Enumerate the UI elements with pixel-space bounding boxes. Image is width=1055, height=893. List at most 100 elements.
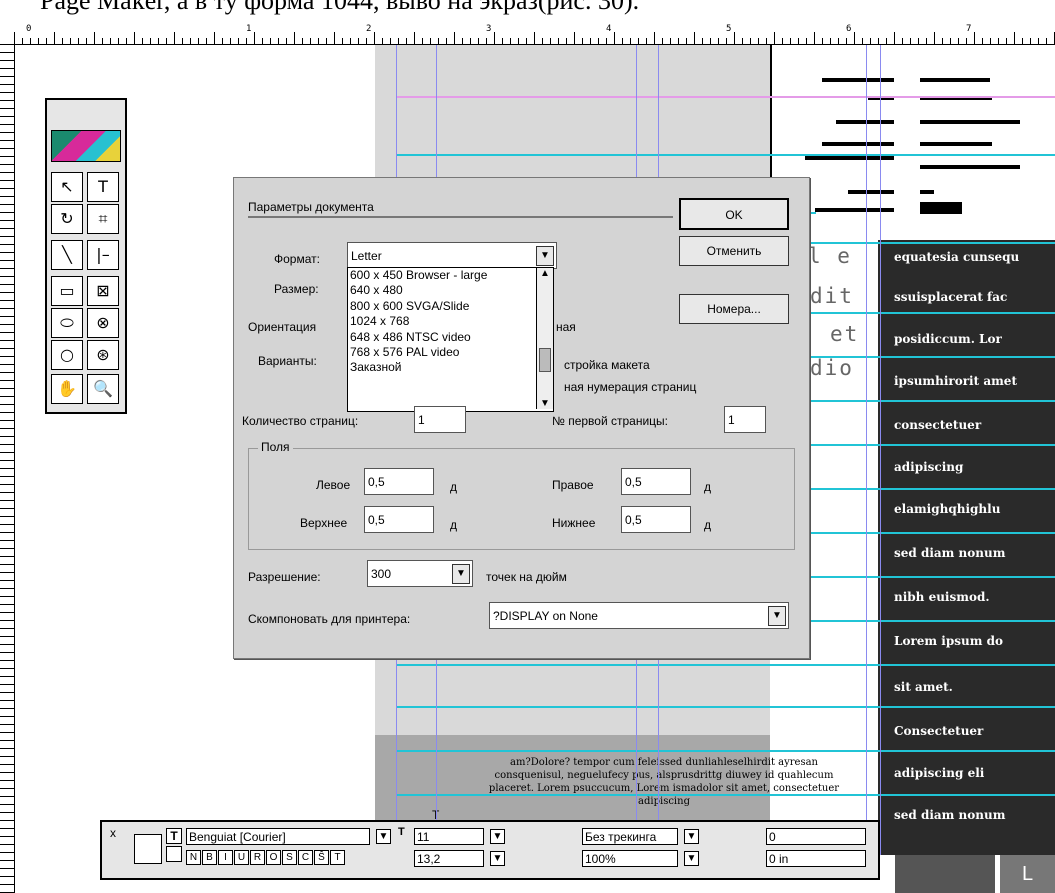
- chevron-down-icon[interactable]: ▼: [376, 829, 391, 844]
- toolbox[interactable]: ↖ T ↻ ⌗ ╲ |– ▭ ⊠ ⬭ ⊗ ○ ⊛ ✋ 🔍: [45, 98, 127, 414]
- guide-line[interactable]: [810, 400, 1055, 402]
- tracking-field[interactable]: Без трекинга: [582, 828, 678, 845]
- leading-field[interactable]: 13,2: [414, 850, 484, 867]
- variant-numbering[interactable]: ная нумерация страниц: [564, 380, 696, 394]
- guide-line[interactable]: [810, 356, 1055, 358]
- chevron-down-icon[interactable]: ▼: [768, 606, 786, 626]
- guide-line[interactable]: [396, 706, 1055, 708]
- right-margin-input[interactable]: 0,5: [621, 468, 691, 495]
- numbers-button[interactable]: Номера...: [679, 294, 789, 324]
- style-italic-button[interactable]: I: [218, 850, 233, 865]
- vertical-ruler[interactable]: [0, 44, 15, 893]
- cancel-button[interactable]: Отменить: [679, 236, 789, 266]
- format-option[interactable]: 600 x 450 Browser - large: [348, 268, 553, 283]
- text-icon[interactable]: T: [87, 172, 119, 202]
- corner-block: [895, 855, 995, 893]
- style-reverse-button[interactable]: R: [250, 850, 265, 865]
- style-shadow-button[interactable]: S: [282, 850, 297, 865]
- ok-button[interactable]: OK: [679, 198, 789, 230]
- kerning-field[interactable]: 0: [766, 828, 866, 845]
- graphic-bar: [836, 120, 894, 124]
- format-option[interactable]: 768 x 576 PAL video: [348, 345, 553, 360]
- rectangle-frame-icon[interactable]: ⊠: [87, 276, 119, 306]
- rectangle-icon[interactable]: ▭: [51, 276, 83, 306]
- top-margin-input[interactable]: 0,5: [364, 506, 434, 533]
- style-strike-button[interactable]: Ŝ: [314, 850, 329, 865]
- guide-line[interactable]: [810, 444, 1055, 446]
- pages-count-input[interactable]: 1: [414, 406, 466, 433]
- scroll-thumb[interactable]: [539, 348, 551, 372]
- width-field[interactable]: 100%: [582, 850, 678, 867]
- character-mode-icon[interactable]: T: [166, 828, 182, 844]
- canvas-text-fragment: dio: [810, 356, 854, 380]
- format-option[interactable]: 640 x 480: [348, 283, 553, 298]
- control-palette[interactable]: x T Benguiat [Courier] ▼ N B I U R O S C…: [100, 820, 880, 880]
- polygon-icon[interactable]: ○: [51, 340, 83, 370]
- guide-line[interactable]: [396, 664, 1055, 666]
- line-icon[interactable]: ╲: [51, 240, 83, 270]
- guide-line[interactable]: [810, 576, 1055, 578]
- format-option[interactable]: 800 x 600 SVGA/Slide: [348, 299, 553, 314]
- guide-line[interactable]: [866, 45, 867, 855]
- paragraph-mode-icon[interactable]: [166, 846, 182, 862]
- guide-line[interactable]: [810, 488, 1055, 490]
- guide-line[interactable]: [396, 154, 1055, 156]
- style-bold-button[interactable]: B: [202, 850, 217, 865]
- chevron-down-icon[interactable]: ▼: [490, 829, 505, 844]
- style-underline-button[interactable]: U: [234, 850, 249, 865]
- rotate-icon[interactable]: ↻: [51, 204, 83, 234]
- chevron-down-icon[interactable]: ▼: [684, 851, 699, 866]
- crop-icon[interactable]: ⌗: [87, 204, 119, 234]
- font-size-field[interactable]: 11: [414, 828, 484, 845]
- zoom-icon[interactable]: 🔍: [87, 374, 119, 404]
- guide-line[interactable]: [810, 532, 1055, 534]
- right-page-top[interactable]: [770, 45, 1055, 245]
- style-caps-button[interactable]: C: [298, 850, 313, 865]
- guide-line[interactable]: [880, 45, 881, 855]
- scroll-up-icon[interactable]: ▲: [537, 268, 553, 279]
- guide-line[interactable]: [810, 620, 1055, 622]
- resolution-select[interactable]: 300 ▼: [367, 560, 473, 587]
- scroll-down-icon[interactable]: ▼: [537, 398, 553, 409]
- size-label: Размер:: [274, 282, 319, 296]
- ruler-mark: 3: [486, 24, 492, 34]
- style-superscript-button[interactable]: T: [330, 850, 345, 865]
- graphic-bar: [822, 142, 894, 146]
- ellipse-frame-icon[interactable]: ⊗: [87, 308, 119, 338]
- ellipse-icon[interactable]: ⬭: [51, 308, 83, 338]
- left-margin-input[interactable]: 0,5: [364, 468, 434, 495]
- guide-line[interactable]: [396, 750, 1055, 752]
- chevron-down-icon[interactable]: ▼: [490, 851, 505, 866]
- horizontal-ruler[interactable]: [14, 22, 1055, 45]
- corner-letter: L: [1000, 855, 1055, 893]
- style-outline-button[interactable]: O: [266, 850, 281, 865]
- palette-close-icon[interactable]: x: [110, 826, 116, 840]
- pointer-icon[interactable]: ↖: [51, 172, 83, 202]
- document-setup-dialog[interactable]: Параметры документа OK Отменить Номера..…: [233, 177, 810, 659]
- bottom-margin-label: Нижнее: [552, 516, 596, 530]
- baseline-shift-field[interactable]: 0 in: [766, 850, 866, 867]
- font-name-field[interactable]: Benguiat [Courier]: [186, 828, 370, 845]
- hand-icon[interactable]: ✋: [51, 374, 83, 404]
- polygon-frame-icon[interactable]: ⊛: [87, 340, 119, 370]
- variant-layout[interactable]: стройка макета: [564, 358, 650, 372]
- first-page-input[interactable]: 1: [724, 406, 766, 433]
- guide-line[interactable]: [396, 96, 1055, 98]
- format-dropdown-list[interactable]: 600 x 450 Browser - large 640 x 480 800 …: [347, 267, 554, 412]
- list-scrollbar[interactable]: ▲ ▼: [536, 268, 553, 409]
- chevron-down-icon[interactable]: ▼: [536, 246, 554, 266]
- format-option[interactable]: 1024 x 768: [348, 314, 553, 329]
- guide-line[interactable]: [396, 794, 1055, 796]
- constrained-line-icon[interactable]: |–: [87, 240, 119, 270]
- format-option[interactable]: Заказной: [348, 360, 553, 375]
- apply-button[interactable]: [134, 834, 162, 864]
- guide-line[interactable]: [810, 312, 1055, 314]
- chevron-down-icon[interactable]: ▼: [684, 829, 699, 844]
- format-option[interactable]: 648 x 486 NTSC video: [348, 330, 553, 345]
- graphic-bar: [822, 78, 894, 82]
- printer-select[interactable]: ?DISPLAY on None ▼: [489, 602, 789, 629]
- format-select[interactable]: Letter ▼: [347, 242, 557, 269]
- bottom-margin-input[interactable]: 0,5: [621, 506, 691, 533]
- style-normal-button[interactable]: N: [186, 850, 201, 865]
- chevron-down-icon[interactable]: ▼: [452, 564, 470, 584]
